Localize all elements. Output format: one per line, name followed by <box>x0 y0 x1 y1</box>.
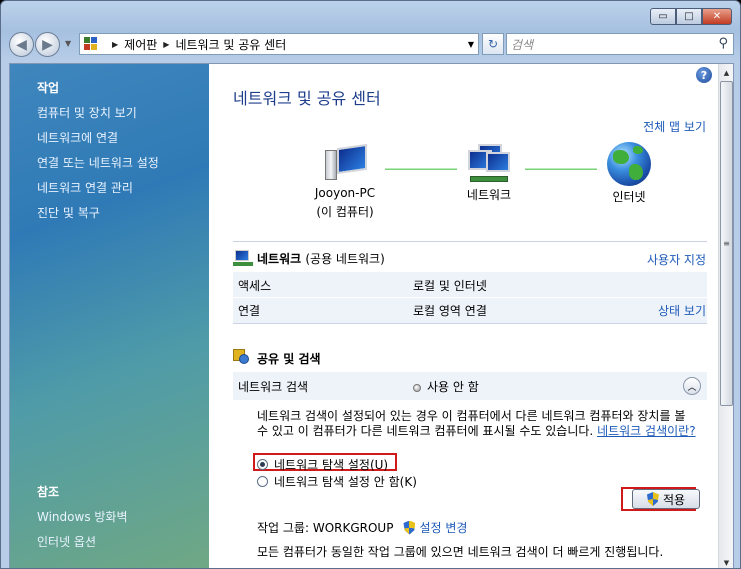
discovery-status: 사용 안 함 <box>413 378 479 395</box>
discovery-off-label: 네트워크 탐색 설정 안 함(K) <box>274 475 417 489</box>
computer-icon <box>321 143 369 184</box>
minimize-button[interactable]: ▭ <box>650 8 676 25</box>
map-link-line <box>385 168 457 170</box>
see-also-heading: 참조 <box>37 485 60 499</box>
breadcrumb-separator-icon: ▶ <box>112 39 119 49</box>
network-name: 네트워크 <box>257 251 302 266</box>
status-dot-icon <box>413 383 421 392</box>
discovery-label: 네트워크 검색 <box>238 380 309 394</box>
access-label: 액세스 <box>238 279 272 293</box>
map-link-line <box>525 168 597 170</box>
scroll-up-arrow-icon[interactable]: ▲ <box>720 65 733 80</box>
workgroup-footer-text: 모든 컴퓨터가 동일한 작업 그룹에 있으면 네트워크 검색이 더 빠르게 진행… <box>257 545 664 559</box>
full-map-link[interactable]: 전체 맵 보기 <box>643 118 706 135</box>
task-manage-connections[interactable]: 네트워크 연결 관리 <box>37 179 133 196</box>
discovery-on-label: 네트워크 탐색 설정(U) <box>274 458 389 472</box>
network-sharing-center-window: ▭ □ ✕ ◀ ▶ ▼ ▶ 제어판 ▶ 네트워크 및 공유 센터 ▼ ↻ 검색 … <box>0 0 741 569</box>
maximize-button[interactable]: □ <box>676 8 702 25</box>
forward-arrow-icon: ▶ <box>42 36 53 53</box>
discovery-on-option[interactable]: 네트워크 탐색 설정(U) <box>257 456 388 473</box>
refresh-icon: ↻ <box>487 37 499 51</box>
computer-subtitle: (이 컴퓨터) <box>316 205 374 219</box>
sharing-section-heading: 공유 및 검색 <box>233 349 321 367</box>
page-title: 네트워크 및 공유 센터 <box>233 89 381 108</box>
vertical-scrollbar[interactable]: ▲ ≡ ▼ <box>718 64 733 568</box>
radio-off[interactable] <box>257 476 268 487</box>
internet-node[interactable]: 인터넷 <box>593 142 665 205</box>
scrollbar-thumb[interactable]: ≡ <box>720 81 733 406</box>
help-icon[interactable]: ? <box>696 67 712 83</box>
network-section-heading: 네트워크 (공용 네트워크) <box>233 249 385 267</box>
collapse-chevron-icon[interactable]: ︿ <box>683 377 701 395</box>
change-settings-link[interactable]: 설정 변경 <box>419 519 467 536</box>
sharing-heading-text: 공유 및 검색 <box>257 351 321 366</box>
internet-label: 인터넷 <box>612 190 646 204</box>
tasks-heading: 작업 <box>37 81 60 95</box>
scroll-down-arrow-icon[interactable]: ▼ <box>720 555 733 568</box>
sharing-discovery-icon <box>233 349 253 367</box>
main-pane: ? 네트워크 및 공유 센터 전체 맵 보기 Jooyon-PC (이 컴퓨터)… <box>209 64 720 568</box>
see-also-internet-options[interactable]: 인터넷 옵션 <box>37 533 96 550</box>
workgroup-row: 작업 그룹: WORKGROUP 설정 변경 <box>257 519 467 536</box>
apply-button[interactable]: 적용 <box>632 489 700 509</box>
task-setup-connection[interactable]: 연결 또는 네트워크 설정 <box>37 154 159 171</box>
navigation-bar: ◀ ▶ ▼ ▶ 제어판 ▶ 네트워크 및 공유 센터 ▼ ↻ 검색 ⚲ <box>9 31 734 57</box>
task-view-computers[interactable]: 컴퓨터 및 장치 보기 <box>37 104 137 121</box>
network-small-icon <box>233 249 253 267</box>
network-label: 네트워크 <box>466 188 512 202</box>
caption-buttons: ▭ □ ✕ <box>650 8 732 25</box>
recent-pages-dropdown-icon[interactable]: ▼ <box>65 39 71 48</box>
view-status-link[interactable]: 상태 보기 <box>658 302 706 319</box>
uac-shield-icon <box>646 492 659 506</box>
network-type: (공용 네트워크) <box>305 251 385 266</box>
breadcrumb-network-center[interactable]: 네트워크 및 공유 센터 <box>175 36 286 53</box>
network-node[interactable]: 네트워크 <box>453 144 525 203</box>
back-button[interactable]: ◀ <box>9 32 34 57</box>
search-placeholder: 검색 <box>511 37 534 52</box>
discovery-description: 네트워크 검색이 설정되어 있는 경우 이 컴퓨터에서 다른 네트워크 컴퓨터와… <box>257 409 696 438</box>
this-computer-node[interactable]: Jooyon-PC (이 컴퓨터) <box>289 143 401 220</box>
uac-shield-icon <box>403 520 416 535</box>
divider <box>233 323 707 324</box>
discovery-off-option[interactable]: 네트워크 탐색 설정 안 함(K) <box>257 473 417 490</box>
breadcrumb-separator-icon: ▶ <box>163 39 170 49</box>
address-bar[interactable]: ▶ 제어판 ▶ 네트워크 및 공유 센터 ▼ <box>79 33 479 55</box>
task-diagnose-repair[interactable]: 진단 및 복구 <box>37 204 100 221</box>
what-is-discovery-link[interactable]: 네트워크 검색이란? <box>597 424 696 438</box>
divider <box>233 241 707 242</box>
connection-label: 연결 <box>238 304 261 318</box>
breadcrumb-control-panel[interactable]: 제어판 <box>124 36 157 53</box>
back-arrow-icon: ◀ <box>16 36 27 53</box>
task-pane: 작업 컴퓨터 및 장치 보기 네트워크에 연결 연결 또는 네트워크 설정 네트… <box>10 64 209 568</box>
customize-link[interactable]: 사용자 지정 <box>647 251 706 268</box>
task-connect-network[interactable]: 네트워크에 연결 <box>37 129 118 146</box>
search-input[interactable]: 검색 ⚲ <box>506 33 734 55</box>
workgroup-text: 작업 그룹: WORKGROUP <box>257 521 394 535</box>
address-dropdown-icon[interactable]: ▼ <box>468 40 474 49</box>
access-value: 로컬 및 인터넷 <box>413 279 487 293</box>
control-panel-icon <box>84 37 100 51</box>
refresh-button[interactable]: ↻ <box>482 33 504 55</box>
see-also-firewall[interactable]: Windows 방화벽 <box>37 508 128 525</box>
content-area: 작업 컴퓨터 및 장치 보기 네트워크에 연결 연결 또는 네트워크 설정 네트… <box>9 63 734 568</box>
close-button[interactable]: ✕ <box>702 8 732 25</box>
connection-value: 로컬 영역 연결 <box>413 304 487 318</box>
computer-name: Jooyon-PC <box>314 186 376 200</box>
network-icon <box>464 144 514 186</box>
forward-button[interactable]: ▶ <box>35 32 60 57</box>
radio-on[interactable] <box>257 459 268 470</box>
globe-icon <box>607 142 651 186</box>
search-icon[interactable]: ⚲ <box>718 36 728 51</box>
